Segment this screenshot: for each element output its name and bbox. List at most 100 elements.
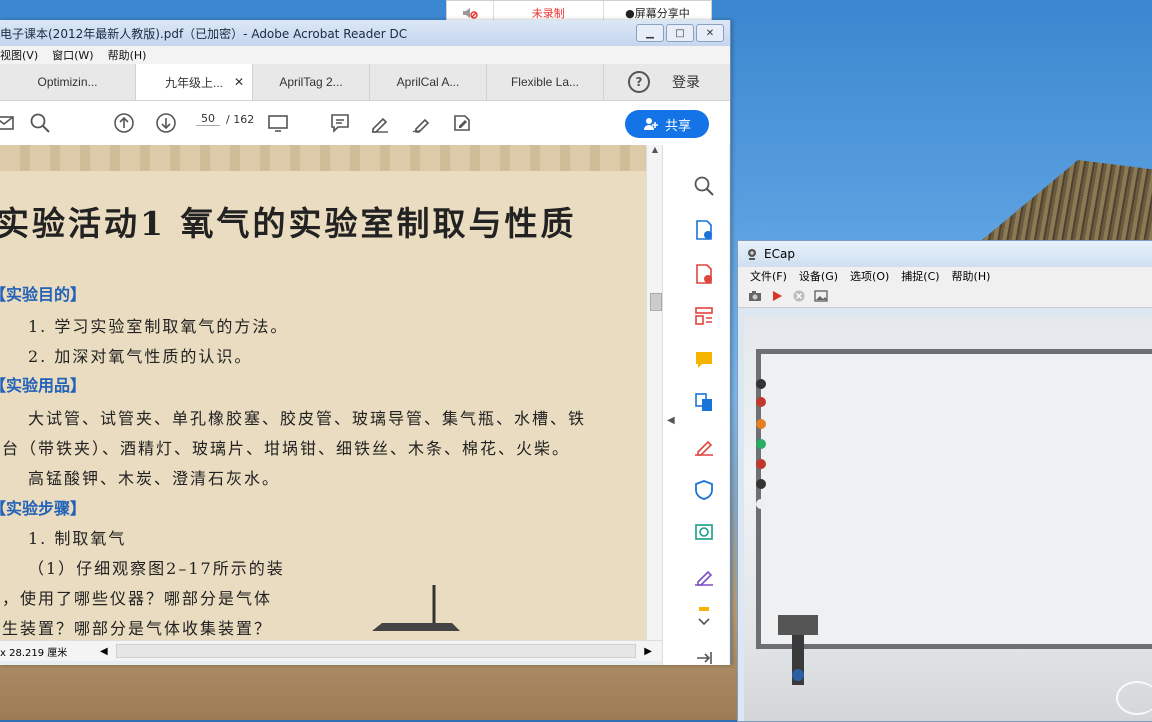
organize-pages-icon[interactable] [693,305,715,327]
magnet [756,379,766,389]
add-person-icon [643,118,658,130]
ecap-menu-bar: 文件(F) 设备(G) 选项(O) 捕捉(C) 帮助(H) [738,267,1152,285]
magnet [756,499,766,509]
ecap-title: ECap [764,247,795,261]
goal-line-2: 2. 加深对氧气性质的认识。 [28,347,253,366]
step-line-2: （1）仔细观察图2–17所示的装 [28,559,285,578]
tab-flexible[interactable]: Flexible La... [487,64,604,100]
minimize-button[interactable]: ▁ [636,24,664,42]
toolbar: 50 / 162 共享 [0,101,730,146]
robot-object [778,615,818,685]
tab-aprilcal[interactable]: AprilCal A... [370,64,487,100]
page-heading: 实验活动1 氧气的实验室制取与性质 [0,204,577,243]
camera-preview[interactable] [744,315,1152,721]
tab-label: Optimizin... [37,75,98,89]
more-tools-icon[interactable] [693,605,715,631]
vertical-scrollbar[interactable]: ▲ [646,145,663,640]
scroll-thumb[interactable] [650,293,662,311]
menu-window[interactable]: 窗口(W) [52,47,93,63]
menu-help[interactable]: 帮助(H) [108,47,147,63]
scroll-right-icon[interactable]: ▶ [644,646,652,657]
ecap-menu-file[interactable]: 文件(F) [750,268,787,284]
apparatus-illustration [372,585,460,631]
magnet [756,459,766,469]
window-title: 电子课本(2012年最新人教版).pdf（已加密）- Adobe Acrobat… [0,26,408,41]
combine-files-icon[interactable] [693,391,715,413]
ecap-menu-help[interactable]: 帮助(H) [952,268,991,284]
magnet [756,397,766,407]
highlighter-icon[interactable] [368,111,392,135]
menu-view[interactable]: 视图(V) [0,47,38,63]
magnet [756,439,766,449]
camera-icon[interactable] [748,289,762,303]
title-bar[interactable]: 电子课本(2012年最新人教版).pdf（已加密）- Adobe Acrobat… [0,20,730,46]
tab-label: Flexible La... [510,75,580,89]
login-button[interactable]: 登录 [672,72,700,92]
ecap-toolbar [738,285,1152,308]
horizontal-scroll-track[interactable] [115,644,637,658]
sign-icon[interactable] [410,111,434,135]
section-supplies-title: 【实验用品】 [0,376,87,395]
step-line-4: 发生装置？哪部分是气体收集装置？ [0,619,273,638]
horizontal-scrollbar[interactable]: x 28.219 厘米 ◀ ▶ [0,640,662,661]
page-navigator: 50 / 162 [196,112,254,126]
maximize-button[interactable]: □ [666,24,694,42]
ecap-menu-device[interactable]: 设备(G) [799,268,838,284]
comment-tool-icon[interactable] [693,349,715,371]
send-for-signature-icon[interactable] [693,565,715,587]
section-steps-title: 【实验步骤】 [0,499,87,518]
close-tab-icon[interactable]: ✕ [234,75,244,89]
magnet [756,479,766,489]
help-icon[interactable]: ? [628,71,650,93]
magnet [756,419,766,429]
page-number-input[interactable]: 50 [196,112,220,126]
goal-line-1: 1. 学习实验室制取氧气的方法。 [28,317,289,336]
supplies-line-1: 大试管、试管夹、单孔橡胶塞、胶皮管、玻璃导管、集气瓶、水槽、铁 [28,409,587,428]
edit-tool-icon[interactable] [450,111,474,135]
ecap-title-bar[interactable]: ECap [738,241,1152,267]
envelope-icon[interactable] [0,111,16,135]
zoom-search-icon[interactable] [28,111,52,135]
share-label: 共享 [664,118,691,134]
menu-bar: 视图(V) 窗口(W) 帮助(H) [0,46,730,64]
supplies-line-3: 高锰酸钾、木炭、澄清石灰水。 [28,469,281,488]
tab-optimizing[interactable]: Optimizin... [0,64,136,100]
presentation-icon[interactable] [266,111,290,135]
ecap-menu-capture[interactable]: 捕捉(C) [901,268,939,284]
page-size-label: x 28.219 厘米 [0,647,68,659]
page-total: / 162 [226,112,255,126]
scroll-up-icon[interactable]: ▲ [647,145,663,154]
send-track-icon[interactable] [693,521,715,543]
ecap-window: ECap 文件(F) 设备(G) 选项(O) 捕捉(C) 帮助(H) [737,240,1152,722]
image-icon[interactable] [814,289,828,303]
tab-bar: Optimizin... 九年级上... ✕ AprilTag 2... Apri… [0,64,730,101]
whiteboard-image [756,349,1152,649]
ecap-menu-options[interactable]: 选项(O) [850,268,889,284]
create-pdf-icon[interactable] [693,263,715,285]
share-button[interactable]: 共享 [625,110,709,138]
page-header-band [0,145,646,171]
document-page[interactable]: 实验活动1 氧气的实验室制取与性质 【实验目的】 1. 学习实验室制取氧气的方法… [0,145,646,640]
protect-shield-icon[interactable] [693,479,715,501]
section-goal-title: 【实验目的】 [0,285,87,304]
tab-label: AprilCal A... [396,75,460,89]
zoom-tool-icon[interactable] [693,175,715,197]
play-icon[interactable] [770,289,784,303]
stop-icon[interactable] [792,289,806,303]
fill-sign-icon[interactable] [693,435,715,457]
tab-label: 九年级上... [164,75,223,90]
right-tools-pane: ◀ [662,145,729,665]
close-button[interactable]: ✕ [696,24,724,42]
webcam-icon [748,249,756,260]
previous-page-icon[interactable] [112,111,136,135]
collapse-pane-icon[interactable]: ◀ [667,415,675,426]
export-pdf-icon[interactable] [693,219,715,241]
next-page-icon[interactable] [154,111,178,135]
supplies-line-2: 架台（带铁夹）、酒精灯、玻璃片、坩埚钳、细铁丝、木条、棉花、火柴。 [0,439,571,458]
tab-textbook[interactable]: 九年级上... ✕ [136,64,253,100]
tab-apriltag[interactable]: AprilTag 2... [253,64,370,100]
comment-icon[interactable] [328,111,352,135]
tab-label: AprilTag 2... [279,75,343,89]
scroll-left-icon[interactable]: ◀ [100,646,108,657]
expand-panel-icon[interactable] [693,647,715,669]
